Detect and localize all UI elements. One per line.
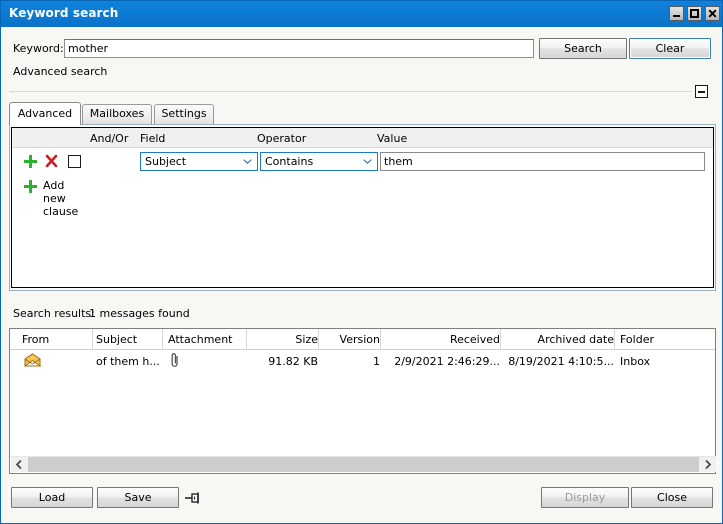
paperclip-icon: [170, 352, 180, 368]
column-header-andor: And/Or: [90, 132, 128, 145]
close-window-button[interactable]: [705, 6, 720, 21]
clause-panel: And/Or Field Operator Value Subject Cont…: [11, 127, 714, 288]
results-header-row: From Subject Attachment Size Version Rec…: [10, 329, 715, 350]
window-title: Keyword search: [9, 6, 118, 20]
scroll-right-button[interactable]: [699, 457, 716, 472]
cell-archived-date: 8/19/2021 4:10:5...: [504, 355, 614, 368]
tab-strip: Advanced Mailboxes Settings: [9, 102, 716, 124]
delete-x-icon[interactable]: [45, 154, 58, 168]
column-header-attachment[interactable]: Attachment: [168, 333, 233, 346]
column-header-archived-date[interactable]: Archived date: [504, 333, 614, 346]
minimize-button[interactable]: [669, 6, 684, 21]
clause-checkbox[interactable]: [68, 155, 81, 168]
column-header-subject[interactable]: Subject: [96, 333, 137, 346]
field-dropdown-value: Subject: [145, 155, 186, 168]
close-icon: [706, 7, 719, 20]
chevron-right-icon: [699, 457, 716, 472]
collapse-section-button[interactable]: [695, 85, 708, 98]
operator-dropdown-value: Contains: [265, 155, 313, 168]
keyword-input[interactable]: [64, 39, 534, 58]
title-bar: Keyword search: [1, 1, 723, 27]
maximize-button[interactable]: [687, 6, 702, 21]
value-input[interactable]: [380, 152, 705, 171]
column-header-version[interactable]: Version: [322, 333, 380, 346]
search-results-list: From Subject Attachment Size Version Rec…: [9, 328, 716, 474]
column-header-value: Value: [377, 132, 407, 145]
column-header-received[interactable]: Received: [384, 333, 500, 346]
load-button[interactable]: Load: [11, 487, 93, 508]
advanced-search-label: Advanced search: [13, 65, 107, 78]
table-row[interactable]: of them h... 91.82 KB 1 2/9/2021 2:46:29…: [10, 350, 715, 372]
scrollbar-thumb[interactable]: [28, 457, 699, 472]
close-button[interactable]: Close: [631, 487, 713, 508]
operator-dropdown[interactable]: Contains: [260, 152, 378, 171]
cell-received: 2/9/2021 2:46:29...: [384, 355, 500, 368]
cell-size: 91.82 KB: [248, 355, 318, 368]
scroll-left-button[interactable]: [11, 457, 28, 472]
plus-icon[interactable]: [24, 180, 37, 193]
section-divider: [9, 91, 692, 92]
clear-button[interactable]: Clear: [629, 38, 711, 59]
cell-folder: Inbox: [620, 355, 650, 368]
cell-subject: of them h...: [96, 355, 160, 368]
cell-version: 1: [322, 355, 380, 368]
chevron-down-icon: [243, 159, 252, 164]
mail-open-icon: [24, 353, 41, 367]
column-header-operator: Operator: [257, 132, 306, 145]
column-header-from[interactable]: From: [22, 333, 49, 346]
column-header-field: Field: [140, 132, 165, 145]
chevron-down-icon: [363, 159, 372, 164]
add-new-clause-label[interactable]: Add new clause: [43, 179, 78, 218]
pushpin-icon[interactable]: [184, 491, 202, 505]
save-button[interactable]: Save: [97, 487, 179, 508]
column-header-size[interactable]: Size: [248, 333, 318, 346]
field-dropdown[interactable]: Subject: [140, 152, 258, 171]
chevron-left-icon: [11, 457, 28, 472]
clause-row: Subject Contains: [12, 150, 713, 174]
plus-icon[interactable]: [24, 155, 37, 168]
column-header-folder[interactable]: Folder: [620, 333, 654, 346]
search-results-label: Search results:: [13, 307, 95, 320]
search-button[interactable]: Search: [539, 38, 627, 59]
tab-settings[interactable]: Settings: [154, 104, 214, 124]
display-button[interactable]: Display: [541, 487, 629, 508]
horizontal-scrollbar[interactable]: [11, 456, 716, 472]
tab-advanced[interactable]: Advanced: [9, 102, 81, 125]
search-results-count: 1 messages found: [89, 307, 190, 320]
collapse-minus-icon: [698, 91, 705, 93]
tab-mailboxes[interactable]: Mailboxes: [82, 104, 152, 124]
maximize-icon: [688, 7, 701, 20]
keyword-search-window: Keyword search Keyword: Search Clear Adv…: [0, 0, 723, 524]
clause-header-row: And/Or Field Operator Value: [12, 128, 713, 148]
keyword-label: Keyword:: [13, 42, 64, 55]
minimize-icon: [670, 7, 683, 20]
